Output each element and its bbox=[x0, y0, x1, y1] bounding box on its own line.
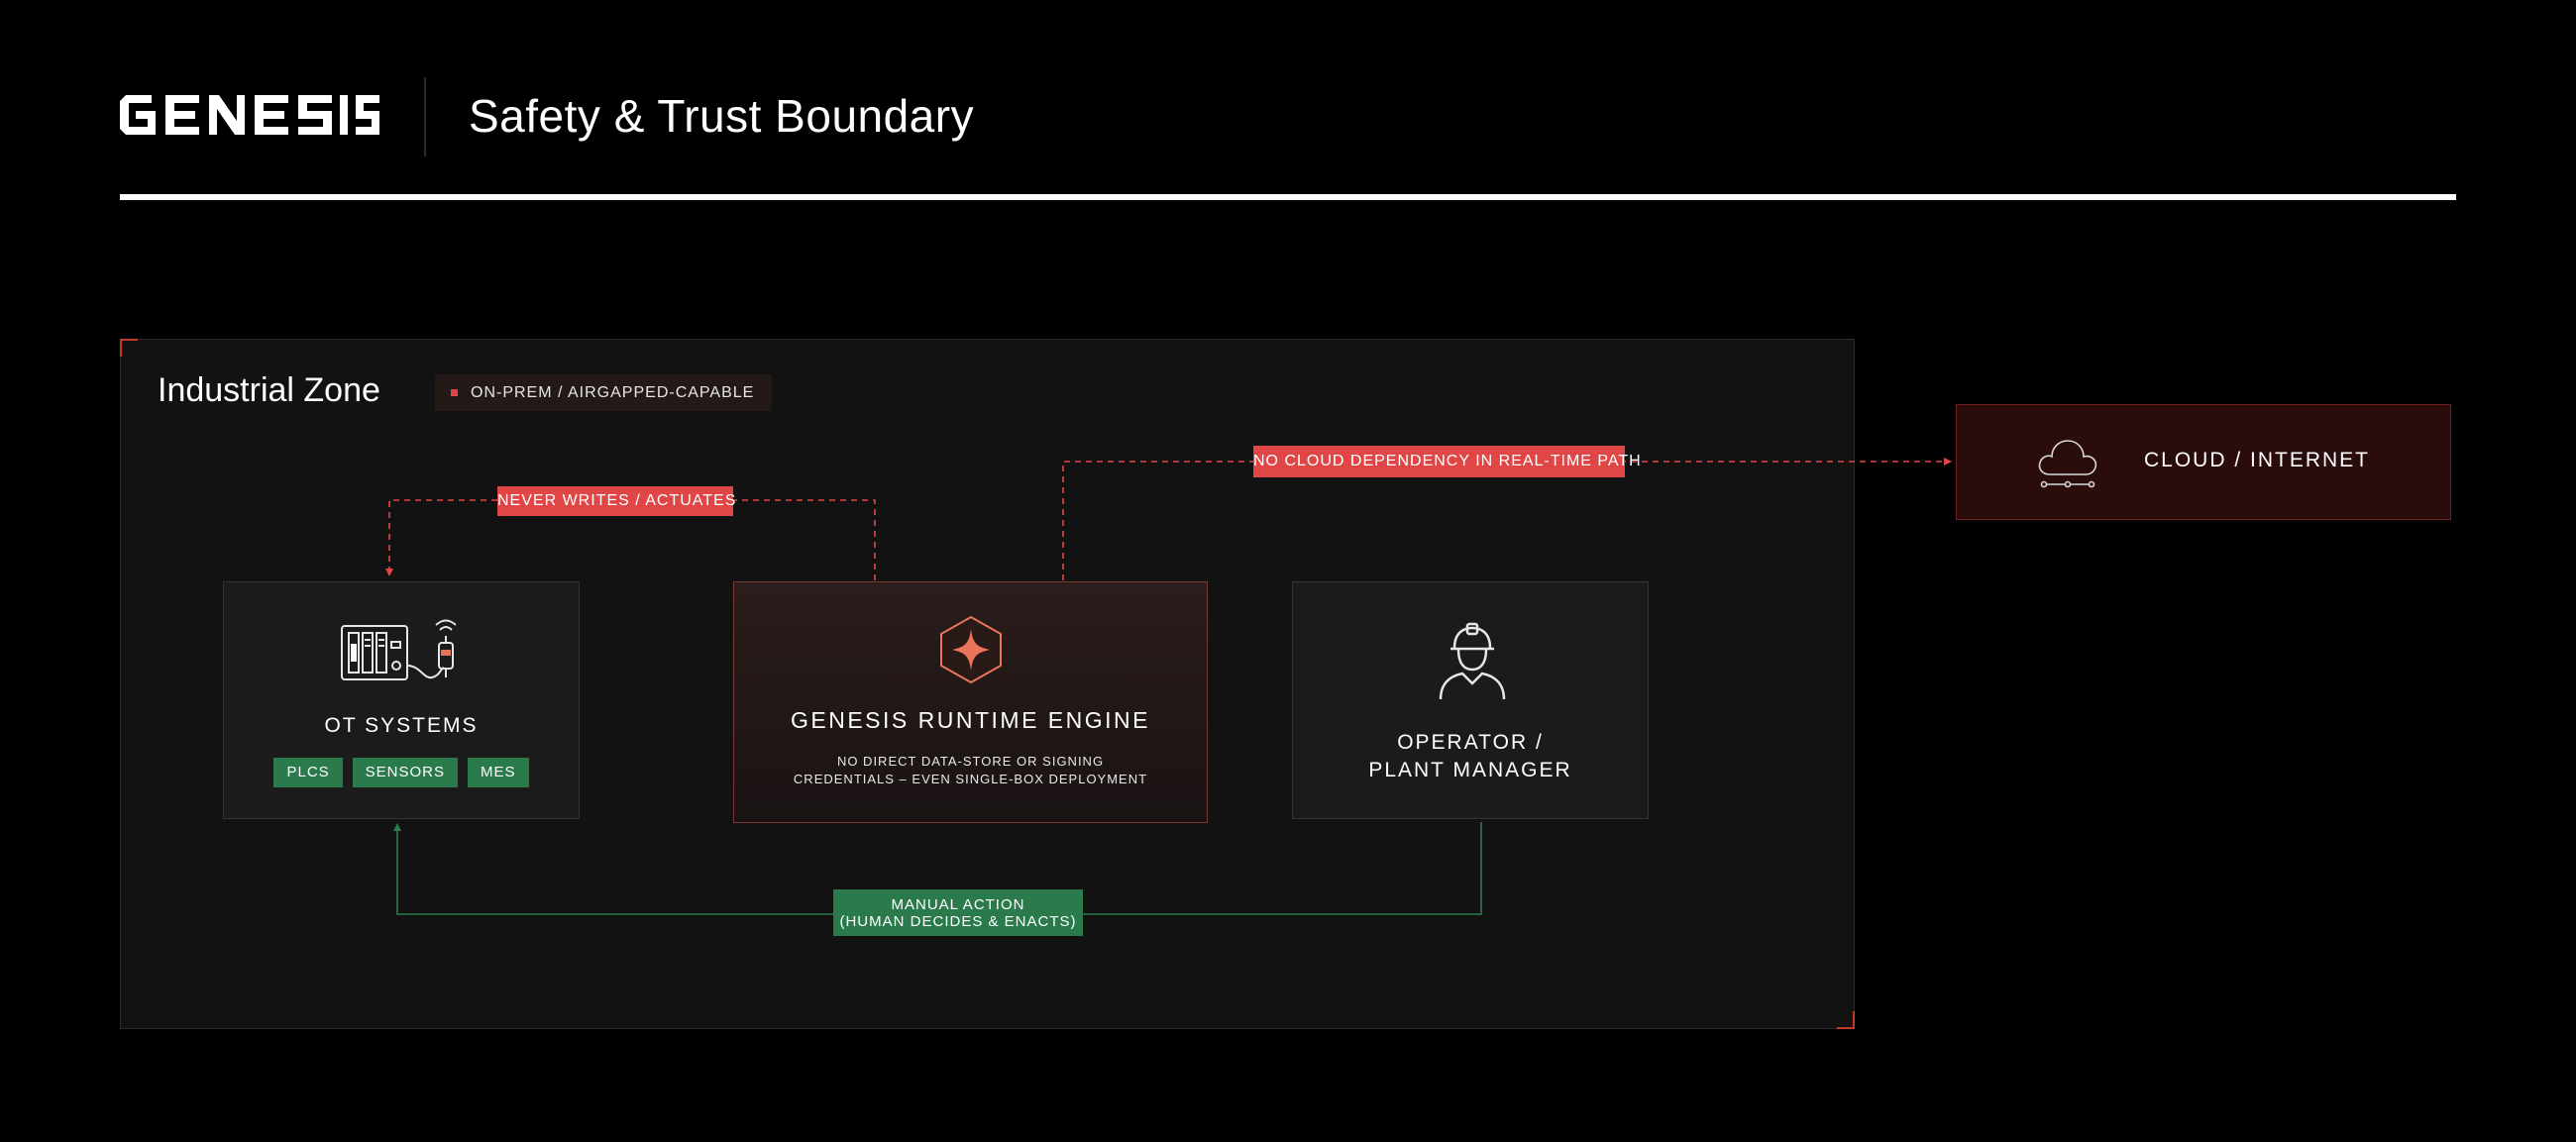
arrowhead-icon bbox=[1944, 458, 1952, 466]
cloud-internet-node: CLOUD / INTERNET bbox=[1956, 404, 2451, 520]
zone-badge: ON-PREM / AIRGAPPED-CAPABLE bbox=[435, 374, 773, 411]
header: Safety & Trust Boundary bbox=[120, 77, 2458, 156]
cloud-label: CLOUD / INTERNET bbox=[2144, 449, 2371, 471]
engine-label: GENESIS RUNTIME ENGINE bbox=[791, 707, 1150, 733]
genesis-runtime-engine-node: GENESIS RUNTIME ENGINE NO DIRECT DATA-ST… bbox=[733, 581, 1208, 823]
hexagon-star-icon bbox=[940, 615, 1002, 684]
no-cloud-dependency-label: NO CLOUD DEPENDENCY IN REAL-TIME PATH bbox=[1253, 446, 1641, 477]
plc-sensor-icon bbox=[341, 619, 457, 680]
manual-action-line: MANUAL ACTION bbox=[891, 896, 1025, 913]
operator-label-line1: OPERATOR / bbox=[1397, 731, 1544, 754]
engine-subtitle-line: CREDENTIALS – EVEN SINGLE-BOX DEPLOYMENT bbox=[793, 772, 1148, 786]
operator-label-line2: PLANT MANAGER bbox=[1368, 759, 1572, 781]
zone-title: Industrial Zone bbox=[158, 371, 380, 409]
ot-tags: PLCS SENSORS MES bbox=[224, 758, 579, 787]
manual-action-line: (HUMAN DECIDES & ENACTS) bbox=[839, 913, 1077, 930]
zone-badge-label: ON-PREM / AIRGAPPED-CAPABLE bbox=[471, 383, 755, 401]
badge-dot-icon bbox=[451, 389, 458, 396]
ot-systems-label: OT SYSTEMS bbox=[324, 714, 479, 737]
genesis-logo-icon bbox=[120, 95, 379, 135]
tag-plcs: PLCS bbox=[273, 758, 343, 787]
tag-sensors: SENSORS bbox=[352, 758, 459, 787]
worker-hardhat-icon bbox=[1439, 622, 1506, 700]
cloud-network-icon bbox=[2038, 440, 2097, 488]
operator-node: OPERATOR / PLANT MANAGER bbox=[1292, 581, 1649, 819]
never-writes-label: NEVER WRITES / ACTUATES bbox=[497, 486, 735, 516]
engine-subtitle: NO DIRECT DATA-STORE OR SIGNING CREDENTI… bbox=[734, 753, 1207, 788]
ot-systems-node: OT SYSTEMS PLCS SENSORS MES bbox=[223, 581, 580, 819]
engine-subtitle-line: NO DIRECT DATA-STORE OR SIGNING bbox=[836, 754, 1105, 769]
header-divider bbox=[424, 77, 426, 156]
zone-corner-accent bbox=[120, 339, 138, 357]
zone-corner-accent bbox=[1837, 1011, 1855, 1029]
genesis-logo bbox=[120, 95, 379, 135]
tag-mes: MES bbox=[468, 758, 529, 787]
page-title: Safety & Trust Boundary bbox=[469, 90, 975, 142]
manual-action-label: MANUAL ACTION (HUMAN DECIDES & ENACTS) bbox=[833, 889, 1083, 936]
header-rule bbox=[120, 194, 2456, 200]
